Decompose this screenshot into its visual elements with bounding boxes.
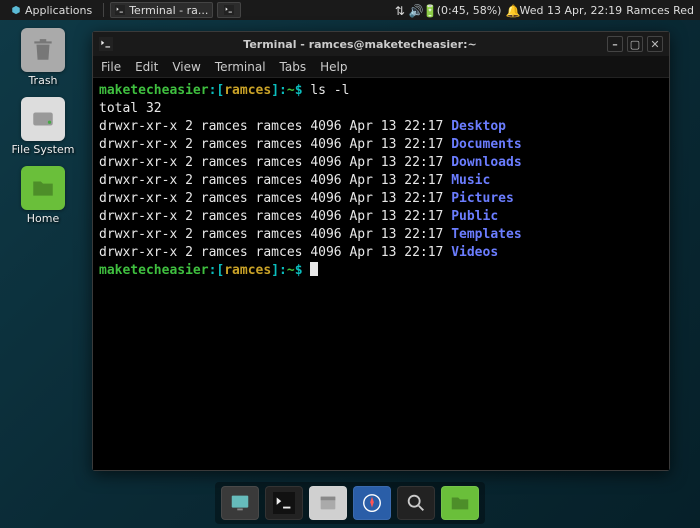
dock	[215, 482, 485, 524]
taskbar-terminal-label: Terminal - ra...	[129, 4, 208, 17]
taskbar-terminal[interactable]: Terminal - ra...	[110, 2, 213, 18]
dock-files[interactable]	[309, 486, 347, 520]
user-menu[interactable]: Ramces Red	[626, 4, 694, 17]
desktop-trash[interactable]: Trash	[8, 28, 78, 87]
terminal-icon	[273, 492, 295, 514]
top-panel: Applications Terminal - ra... ⇅ 🔊 🔋 (0:4…	[0, 0, 700, 20]
desktop-home-label: Home	[27, 212, 59, 225]
desktop-filesystem[interactable]: File System	[8, 97, 78, 156]
applications-menu[interactable]: Applications	[6, 2, 97, 19]
menu-tabs[interactable]: Tabs	[280, 60, 307, 74]
applications-label: Applications	[25, 4, 92, 17]
trash-icon	[30, 37, 56, 63]
network-icon[interactable]: ⇅	[395, 5, 405, 15]
files-icon	[317, 492, 339, 514]
search-icon	[405, 492, 427, 514]
menu-view[interactable]: View	[172, 60, 200, 74]
window-title: Terminal - ramces@maketecheasier:~	[119, 38, 601, 51]
dock-browser[interactable]	[353, 486, 391, 520]
terminal-icon	[115, 5, 125, 15]
minimize-button[interactable]: –	[607, 36, 623, 52]
dock-terminal[interactable]	[265, 486, 303, 520]
panel-separator	[103, 3, 104, 17]
terminal-viewport[interactable]: maketecheasier:[ramces]:~$ ls -l total 3…	[93, 78, 669, 470]
dock-home-folder[interactable]	[441, 486, 479, 520]
terminal-icon	[224, 5, 234, 15]
maximize-button[interactable]: ▢	[627, 36, 643, 52]
taskbar-terminal-2[interactable]	[217, 2, 241, 18]
menu-edit[interactable]: Edit	[135, 60, 158, 74]
clock[interactable]: Wed 13 Apr, 22:19	[519, 4, 622, 17]
close-button[interactable]: ✕	[647, 36, 663, 52]
terminal-window: Terminal - ramces@maketecheasier:~ – ▢ ✕…	[92, 31, 670, 471]
menu-help[interactable]: Help	[320, 60, 347, 74]
desktop-icons: Trash File System Home	[8, 28, 78, 225]
dock-show-desktop[interactable]	[221, 486, 259, 520]
folder-icon	[449, 492, 471, 514]
logo-icon	[11, 5, 21, 15]
battery-icon[interactable]: 🔋	[423, 5, 433, 15]
folder-icon	[30, 175, 56, 201]
desktop-trash-label: Trash	[28, 74, 57, 87]
battery-text: (0:45, 58%)	[437, 4, 502, 17]
menu-terminal[interactable]: Terminal	[215, 60, 266, 74]
drive-icon	[30, 106, 56, 132]
desktop-icon	[229, 492, 251, 514]
volume-icon[interactable]: 🔊	[409, 5, 419, 15]
desktop-filesystem-label: File System	[12, 143, 75, 156]
menu-file[interactable]: File	[101, 60, 121, 74]
menubar: File Edit View Terminal Tabs Help	[93, 56, 669, 78]
terminal-icon	[99, 37, 113, 51]
desktop-home[interactable]: Home	[8, 166, 78, 225]
window-titlebar[interactable]: Terminal - ramces@maketecheasier:~ – ▢ ✕	[93, 32, 669, 56]
compass-icon	[361, 492, 383, 514]
notifications-icon[interactable]: 🔔	[505, 5, 515, 15]
dock-search[interactable]	[397, 486, 435, 520]
